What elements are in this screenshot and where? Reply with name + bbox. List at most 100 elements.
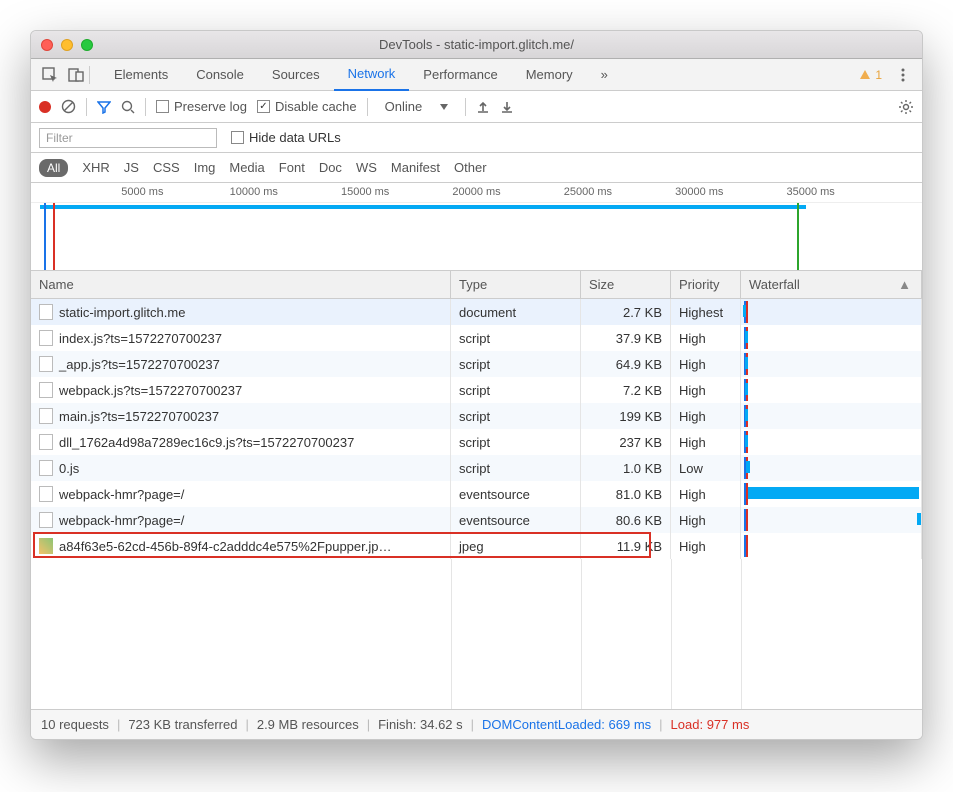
file-icon bbox=[39, 356, 53, 372]
tick: 5000 ms bbox=[121, 186, 163, 198]
tab-sources[interactable]: Sources bbox=[258, 59, 334, 91]
cell-type: script bbox=[451, 429, 581, 455]
cell-waterfall bbox=[741, 377, 922, 403]
dropdown-icon bbox=[440, 104, 448, 110]
type-media[interactable]: Media bbox=[229, 160, 264, 175]
cell-priority: High bbox=[671, 507, 741, 533]
tab-performance[interactable]: Performance bbox=[409, 59, 511, 91]
separator bbox=[89, 66, 90, 84]
table-row[interactable]: dll_1762a4d98a7289ec16c9.js?ts=157227070… bbox=[31, 429, 922, 455]
cell-waterfall bbox=[741, 351, 922, 377]
clear-icon[interactable] bbox=[61, 99, 76, 114]
tab-console[interactable]: Console bbox=[182, 59, 258, 91]
tick: 20000 ms bbox=[452, 186, 500, 198]
cell-name: a84f63e5-62cd-456b-89f4-c2adddc4e575%2Fp… bbox=[31, 533, 451, 559]
waterfall-bar bbox=[745, 331, 749, 343]
filter-bar: Filter Hide data URLs bbox=[31, 123, 922, 153]
request-name: _app.js?ts=1572270700237 bbox=[59, 357, 220, 372]
window-titlebar: DevTools - static-import.glitch.me/ bbox=[31, 31, 922, 59]
cell-priority: High bbox=[671, 377, 741, 403]
device-toggle-icon[interactable] bbox=[63, 63, 89, 87]
type-doc[interactable]: Doc bbox=[319, 160, 342, 175]
separator bbox=[145, 98, 146, 116]
type-ws[interactable]: WS bbox=[356, 160, 377, 175]
table-row[interactable]: 0.jsscript1.0 KBLow bbox=[31, 455, 922, 481]
upload-icon[interactable] bbox=[476, 100, 490, 114]
minimize-button[interactable] bbox=[61, 39, 73, 51]
table-row[interactable]: webpack-hmr?page=/eventsource80.6 KBHigh bbox=[31, 507, 922, 533]
cell-size: 37.9 KB bbox=[581, 325, 671, 351]
search-icon[interactable] bbox=[121, 100, 135, 114]
waterfall-bar bbox=[745, 409, 749, 421]
download-icon[interactable] bbox=[500, 100, 514, 114]
status-dcl: DOMContentLoaded: 669 ms bbox=[482, 717, 651, 732]
type-font[interactable]: Font bbox=[279, 160, 305, 175]
col-priority[interactable]: Priority bbox=[671, 271, 741, 298]
table-row[interactable]: index.js?ts=1572270700237script37.9 KBHi… bbox=[31, 325, 922, 351]
cell-priority: High bbox=[671, 481, 741, 507]
status-requests: 10 requests bbox=[41, 717, 109, 732]
throttle-select[interactable]: Online bbox=[378, 97, 456, 116]
type-js[interactable]: JS bbox=[124, 160, 139, 175]
type-img[interactable]: Img bbox=[194, 160, 216, 175]
main-tabbar: Elements Console Sources Network Perform… bbox=[31, 59, 922, 91]
tab-memory[interactable]: Memory bbox=[512, 59, 587, 91]
load-marker bbox=[746, 535, 748, 557]
disable-cache-label: Disable cache bbox=[275, 99, 357, 114]
close-button[interactable] bbox=[41, 39, 53, 51]
preserve-log-label: Preserve log bbox=[174, 99, 247, 114]
col-size[interactable]: Size bbox=[581, 271, 671, 298]
type-all[interactable]: All bbox=[39, 159, 68, 177]
table-body: static-import.glitch.medocument2.7 KBHig… bbox=[31, 299, 922, 709]
cell-size: 1.0 KB bbox=[581, 455, 671, 481]
record-button[interactable] bbox=[39, 101, 51, 113]
cell-name: 0.js bbox=[31, 455, 451, 481]
cell-type: document bbox=[451, 299, 581, 325]
load-marker bbox=[746, 483, 748, 505]
cell-size: 2.7 KB bbox=[581, 299, 671, 325]
cell-waterfall bbox=[741, 455, 922, 481]
type-xhr[interactable]: XHR bbox=[82, 160, 109, 175]
cell-priority: Low bbox=[671, 455, 741, 481]
filter-icon[interactable] bbox=[97, 100, 111, 114]
table-row[interactable]: webpack.js?ts=1572270700237script7.2 KBH… bbox=[31, 377, 922, 403]
type-css[interactable]: CSS bbox=[153, 160, 180, 175]
col-waterfall[interactable]: Waterfall ▲ bbox=[741, 271, 922, 298]
waterfall-bar bbox=[748, 487, 919, 499]
table-row[interactable]: _app.js?ts=1572270700237script64.9 KBHig… bbox=[31, 351, 922, 377]
settings-icon[interactable] bbox=[898, 99, 914, 115]
maximize-button[interactable] bbox=[81, 39, 93, 51]
request-name: webpack-hmr?page=/ bbox=[59, 513, 184, 528]
kebab-menu-icon[interactable] bbox=[890, 63, 916, 87]
cell-waterfall bbox=[741, 403, 922, 429]
status-load: Load: 977 ms bbox=[671, 717, 750, 732]
table-row[interactable]: static-import.glitch.medocument2.7 KBHig… bbox=[31, 299, 922, 325]
dcl-marker bbox=[44, 203, 46, 270]
tab-more[interactable]: » bbox=[587, 59, 622, 91]
filter-input[interactable]: Filter bbox=[39, 128, 217, 148]
type-other[interactable]: Other bbox=[454, 160, 487, 175]
table-row[interactable]: a84f63e5-62cd-456b-89f4-c2adddc4e575%2Fp… bbox=[31, 533, 922, 559]
panel-tabs: Elements Console Sources Network Perform… bbox=[100, 59, 622, 91]
tick: 35000 ms bbox=[786, 186, 834, 198]
hide-data-urls-label: Hide data URLs bbox=[249, 130, 341, 145]
status-transferred: 723 KB transferred bbox=[128, 717, 237, 732]
cell-size: 237 KB bbox=[581, 429, 671, 455]
table-row[interactable]: main.js?ts=1572270700237script199 KBHigh bbox=[31, 403, 922, 429]
tab-network[interactable]: Network bbox=[334, 59, 410, 91]
preserve-log-checkbox[interactable]: Preserve log bbox=[156, 99, 247, 114]
table-row[interactable]: webpack-hmr?page=/eventsource81.0 KBHigh bbox=[31, 481, 922, 507]
col-type[interactable]: Type bbox=[451, 271, 581, 298]
timeline-overview[interactable]: 5000 ms 10000 ms 15000 ms 20000 ms 25000… bbox=[31, 183, 922, 271]
disable-cache-checkbox[interactable]: Disable cache bbox=[257, 99, 357, 114]
tab-elements[interactable]: Elements bbox=[100, 59, 182, 91]
file-icon bbox=[39, 304, 53, 320]
hide-data-urls-checkbox[interactable]: Hide data URLs bbox=[231, 130, 341, 145]
col-name[interactable]: Name bbox=[31, 271, 451, 298]
warning-badge[interactable]: 1 bbox=[859, 68, 882, 82]
file-icon bbox=[39, 408, 53, 424]
type-manifest[interactable]: Manifest bbox=[391, 160, 440, 175]
cell-size: 81.0 KB bbox=[581, 481, 671, 507]
cell-waterfall bbox=[741, 507, 922, 533]
inspect-icon[interactable] bbox=[37, 63, 63, 87]
